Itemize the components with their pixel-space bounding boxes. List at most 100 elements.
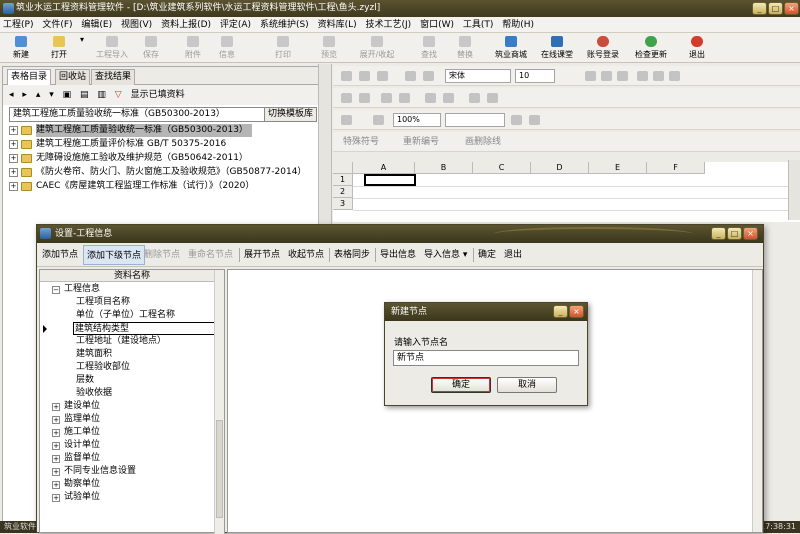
row-header[interactable]: 2 — [333, 186, 353, 198]
new-node-minimize-button[interactable]: _ — [553, 305, 568, 318]
undo-icon[interactable] — [405, 71, 416, 81]
tree-node[interactable]: 建筑面积 — [76, 348, 112, 361]
font-size-select[interactable]: 10 — [515, 69, 555, 83]
info-button[interactable]: 信息 — [210, 35, 244, 62]
color-icon[interactable] — [529, 115, 540, 125]
expand-plus-icon[interactable]: + — [9, 126, 18, 135]
new-button[interactable]: 新建 — [4, 35, 38, 62]
collapse-node-button[interactable]: 收起节点 — [285, 245, 327, 265]
sheet-vscroll[interactable] — [788, 160, 800, 220]
tree-node[interactable]: 施工单位 — [64, 426, 100, 439]
border-style-icon[interactable] — [511, 115, 522, 125]
menu-system[interactable]: 系统维护(S) — [257, 17, 312, 33]
tree-node[interactable]: 工程验收部位 — [76, 361, 130, 374]
switch-template-button[interactable]: 切换模板库 — [263, 107, 317, 122]
border-icon[interactable] — [469, 93, 480, 103]
expand-plus-icon[interactable]: + — [52, 468, 60, 476]
expand-plus-icon[interactable]: + — [9, 168, 18, 177]
menu-edit[interactable]: 编辑(E) — [78, 17, 115, 33]
tree-node[interactable]: 层数 — [76, 374, 94, 387]
exit-button[interactable]: 退出 — [680, 35, 714, 62]
tree-node[interactable]: 工程项目名称 — [76, 296, 130, 309]
menu-view[interactable]: 视图(V) — [118, 17, 155, 33]
insert-row-icon[interactable] — [341, 93, 352, 103]
new-node-close-button[interactable]: × — [569, 305, 584, 318]
copy-table-icon[interactable]: ▤ — [80, 85, 89, 105]
column-header[interactable]: D — [531, 162, 589, 174]
tree-item[interactable]: + 建筑工程施工质量验收统一标准（GB50300-2013） — [9, 124, 317, 137]
cut-icon[interactable] — [341, 71, 352, 81]
tree-item[interactable]: + 无障碍设施施工验收及维护规范（GB50642-2011） — [9, 152, 317, 165]
tree-item[interactable]: + 建筑工程施工质量评价标准 GB/T 50375-2016 — [9, 138, 317, 151]
menu-evaluate[interactable]: 评定(A) — [217, 17, 254, 33]
arrow-up-icon[interactable]: ▴ — [36, 85, 41, 105]
menu-report[interactable]: 资料上报(D) — [158, 17, 214, 33]
align-right-icon[interactable] — [669, 71, 680, 81]
export-info-button[interactable]: 导出信息 — [377, 245, 419, 265]
tree-node[interactable]: 试验单位 — [64, 491, 100, 504]
tree-item[interactable]: + CAEC《房屋建筑工程监理工作标准（试行）》（2020） — [9, 180, 317, 193]
active-cell[interactable] — [364, 174, 416, 186]
arrow-right-icon[interactable]: ▸ — [22, 85, 27, 105]
add-child-node-button[interactable]: 添加下级节点 — [83, 245, 146, 265]
expand-plus-icon[interactable]: + — [9, 154, 18, 163]
menu-window[interactable]: 窗口(W) — [417, 17, 457, 33]
dialog-maximize-button[interactable]: □ — [727, 227, 742, 240]
scroll-thumb[interactable] — [216, 420, 223, 518]
maximize-button[interactable]: □ — [768, 2, 783, 15]
tree-node[interactable]: 不同专业信息设置 — [64, 465, 136, 478]
delete-table-icon[interactable]: ▥ — [97, 85, 106, 105]
cancel-button[interactable]: 取消 — [497, 377, 557, 393]
line-style-select[interactable] — [445, 113, 505, 127]
tree-node[interactable]: 工程地址（建设地点） — [76, 335, 166, 348]
menu-file[interactable]: 文件(F) — [39, 17, 75, 33]
content-scrollbar[interactable] — [752, 270, 762, 532]
menu-technique[interactable]: 技术工艺(J) — [363, 17, 415, 33]
show-filled-label[interactable]: 显示已填资料 — [131, 85, 185, 105]
open-button[interactable]: 打开 — [42, 35, 76, 62]
tab-recycle-bin[interactable]: 回收站 — [55, 69, 91, 85]
open-dropdown-button[interactable]: ▾ — [76, 35, 88, 62]
zoom-select[interactable]: 100% — [393, 113, 441, 127]
italic-icon[interactable] — [601, 71, 612, 81]
font-select[interactable]: 宋体 — [445, 69, 511, 83]
column-header[interactable]: B — [415, 162, 473, 174]
dialog-close-button[interactable]: × — [743, 227, 758, 240]
expand-node-button[interactable]: 展开节点 — [241, 245, 283, 265]
menu-help[interactable]: 帮助(H) — [499, 17, 537, 33]
delete-node-button[interactable]: 删除节点 — [141, 245, 183, 265]
tree-node[interactable]: 监督单位 — [64, 452, 100, 465]
find-button[interactable]: 查找 — [412, 35, 446, 62]
replace-button[interactable]: 替换 — [448, 35, 482, 62]
attachment-button[interactable]: 附件 — [176, 35, 210, 62]
tree-node-root[interactable]: 工程信息 — [64, 283, 100, 296]
column-header[interactable]: C — [473, 162, 531, 174]
tree-node[interactable]: 单位（子单位）工程名称 — [76, 309, 175, 322]
align-left-icon[interactable] — [637, 71, 648, 81]
expand-plus-icon[interactable]: + — [52, 455, 60, 463]
expand-plus-icon[interactable]: + — [52, 416, 60, 424]
tree-item[interactable]: + 《防火卷帘、防火门、防火窗施工及验收规范》（GB50877-2014） — [9, 166, 317, 179]
expand-plus-icon[interactable]: + — [52, 429, 60, 437]
shop-button[interactable]: 筑业商城 — [490, 35, 532, 62]
spreadsheet-grid[interactable]: A B C D E F 1 2 3 — [333, 162, 800, 222]
strikethrough-button[interactable]: 画删除线 — [465, 132, 501, 152]
arrow-down-icon[interactable]: ▾ — [49, 85, 54, 105]
row-header[interactable]: 1 — [333, 174, 353, 186]
dialog-minimize-button[interactable]: _ — [711, 227, 726, 240]
column-header[interactable]: A — [353, 162, 415, 174]
print-button[interactable]: 打印 — [266, 35, 300, 62]
fill-icon[interactable] — [487, 93, 498, 103]
close-button[interactable]: × — [784, 2, 799, 15]
expand-plus-icon[interactable]: + — [52, 494, 60, 502]
tree-scrollbar[interactable] — [214, 270, 224, 534]
tree-node[interactable]: 设计单位 — [64, 439, 100, 452]
expand-plus-icon[interactable]: + — [52, 481, 60, 489]
confirm-button[interactable]: 确定 — [475, 245, 499, 265]
bold-icon[interactable] — [585, 71, 596, 81]
menu-tools[interactable]: 工具(T) — [460, 17, 497, 33]
expand-plus-icon[interactable]: + — [9, 140, 18, 149]
expand-plus-icon[interactable]: + — [9, 182, 18, 191]
special-symbol-button[interactable]: 特殊符号 — [343, 132, 379, 152]
renumber-button[interactable]: 重新编号 — [403, 132, 439, 152]
